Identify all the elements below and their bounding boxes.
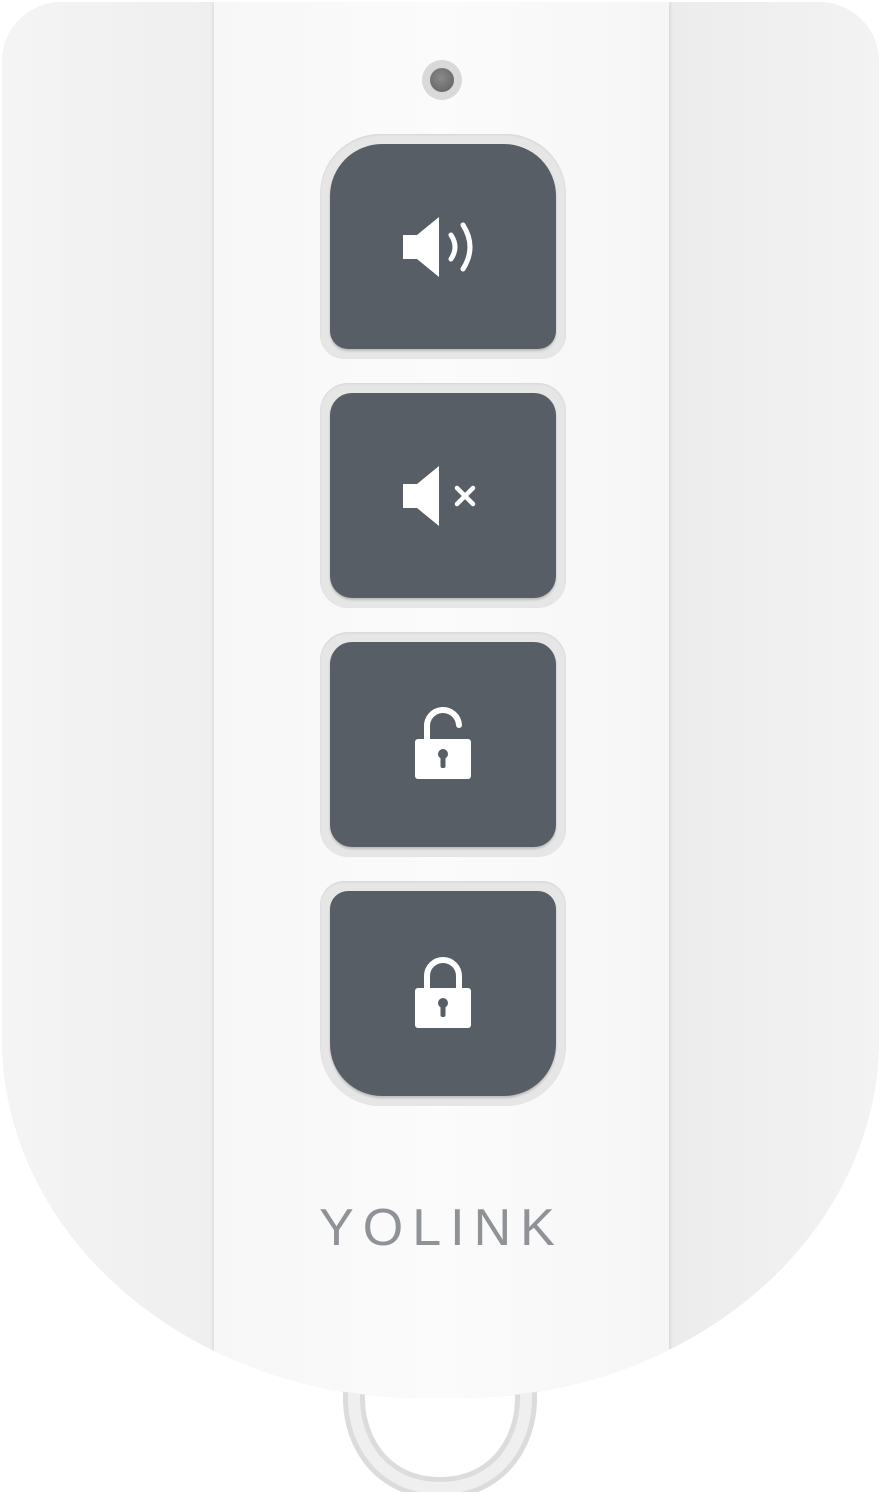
button-well-siren [320,134,566,359]
speaker-on-icon [403,216,473,277]
lock-icon [415,956,471,1028]
lock-button[interactable] [330,891,556,1096]
speaker-mute-icon [403,465,476,526]
product-photo: YOLINK [0,0,883,1500]
mute-button[interactable] [330,393,556,598]
button-well-mute [320,383,566,608]
status-led [422,60,462,100]
unlock-button[interactable] [330,642,556,847]
button-well-lock [320,881,566,1106]
siren-button[interactable] [330,144,556,349]
remote-body: YOLINK [2,2,879,1398]
brand-logo: YOLINK [319,1199,564,1257]
side-panel-right [667,2,879,1398]
unlock-icon [415,706,471,779]
button-well-unlock [320,632,566,857]
side-panel-left [2,2,214,1398]
